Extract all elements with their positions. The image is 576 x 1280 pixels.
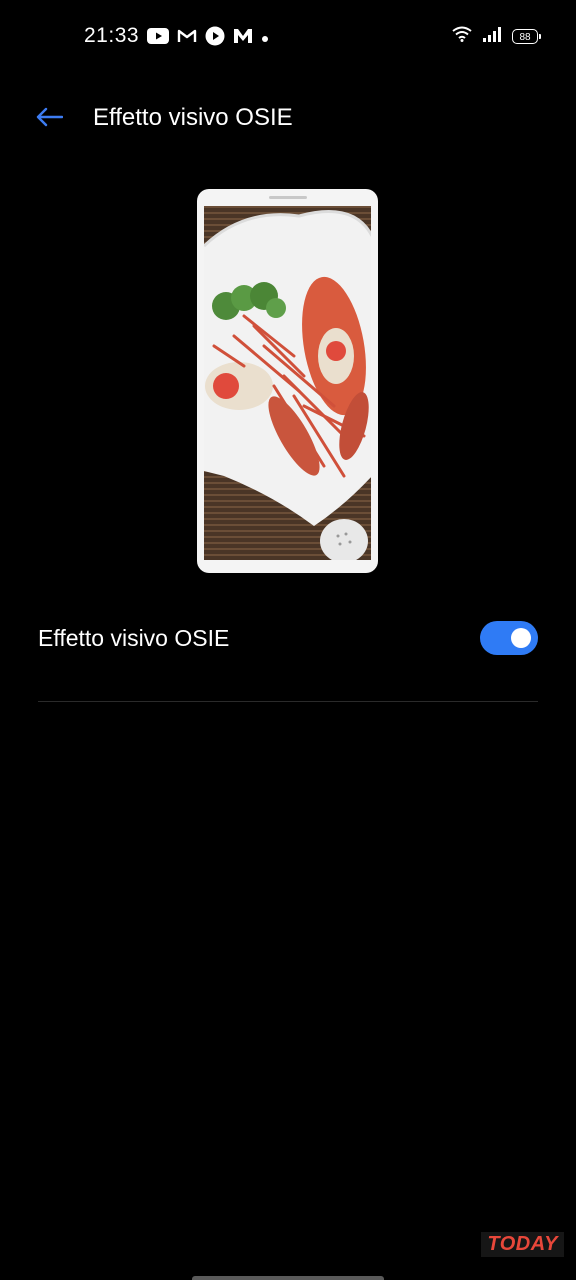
status-time: 21:33: [84, 24, 140, 47]
divider: [38, 701, 538, 702]
app-m-icon: [233, 28, 253, 49]
home-indicator[interactable]: [192, 1276, 384, 1280]
toggle-knob: [511, 628, 531, 648]
play-icon: [205, 26, 225, 51]
preview-image: [204, 206, 371, 560]
watermark: TODAY: [481, 1232, 564, 1257]
notification-icons: [147, 26, 269, 51]
status-bar: 21:33 88: [0, 0, 576, 74]
osie-setting-row[interactable]: Effetto visivo OSIE: [38, 606, 538, 670]
youtube-icon: [147, 28, 169, 49]
system-icons: 88: [452, 26, 541, 47]
back-button[interactable]: [28, 98, 70, 140]
preview-phone-frame: [197, 189, 378, 573]
preview-speaker: [269, 196, 307, 199]
page-title: Effetto visivo OSIE: [93, 104, 293, 131]
wifi-icon: [452, 26, 472, 47]
setting-label: Effetto visivo OSIE: [38, 624, 230, 651]
gmail-icon: [177, 28, 197, 49]
dot-icon: [261, 30, 269, 48]
app-bar: Effetto visivo OSIE: [0, 88, 576, 148]
arrow-left-icon: [35, 107, 64, 132]
osie-toggle[interactable]: [480, 621, 538, 655]
battery-icon: 88: [512, 29, 541, 44]
signal-icon: [482, 26, 502, 47]
